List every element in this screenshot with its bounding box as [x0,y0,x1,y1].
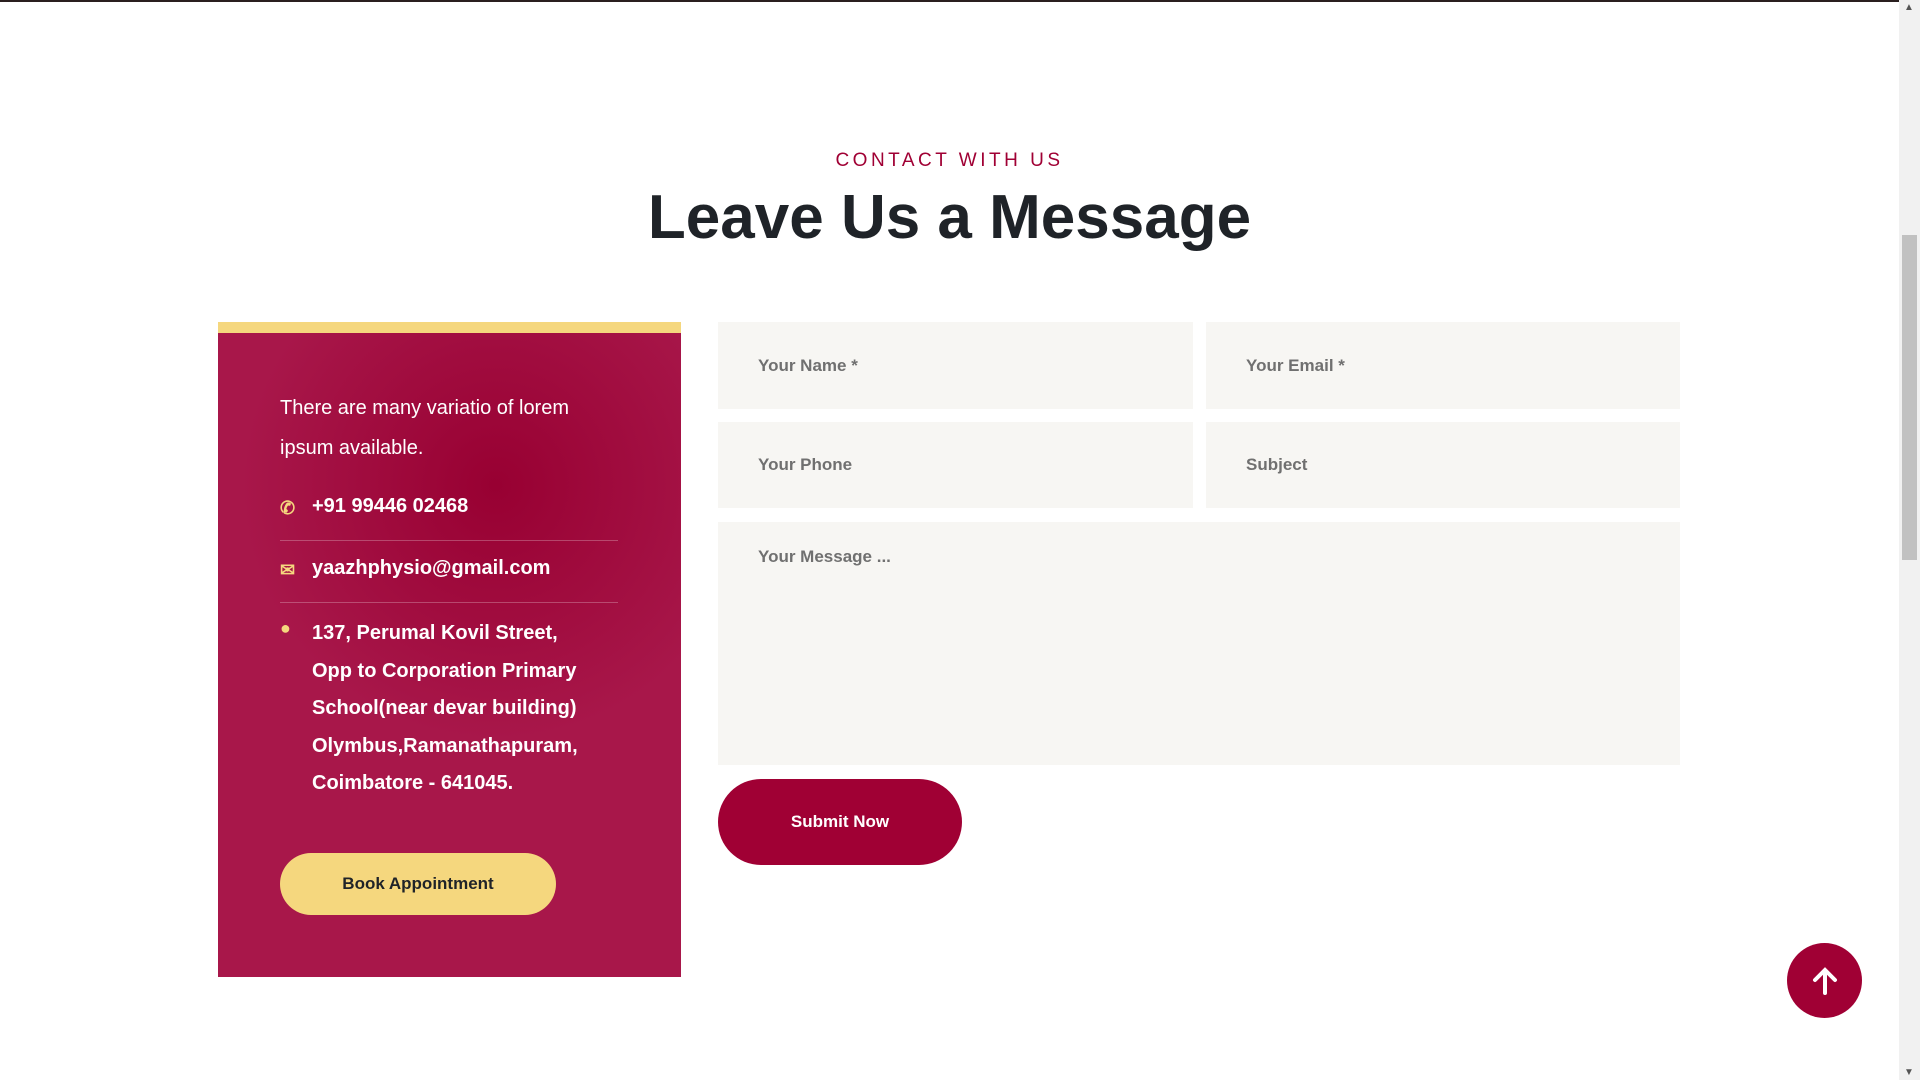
email-address[interactable]: yaazhphysio@gmail.com [312,557,550,580]
top-border [0,0,1899,2]
scrollbar-thumb[interactable] [1902,235,1917,560]
address-line: 137, Perumal Kovil Street, [312,622,558,644]
panel-accent-bar [218,322,681,333]
page-title: Leave Us a Message [647,183,1252,252]
email-row: ✉ yaazhphysio@gmail.com [280,557,550,583]
subject-input[interactable]: Subject [1206,422,1680,508]
phone-input[interactable]: Your Phone [718,422,1193,508]
section-eyebrow: CONTACT WITH US [835,150,1064,171]
divider [280,540,618,541]
address-line: Olymbus,Ramanathapuram, [312,734,578,757]
submit-button[interactable]: Submit Now [718,779,962,865]
envelope-icon: ✉ [280,560,296,580]
address-row: ● 137, Perumal Kovil Street, Opp to Corp… [280,615,578,803]
scroll-up-arrow-icon[interactable]: ▲ [1904,2,1914,13]
address: 137, Perumal Kovil Street, Opp to Corpor… [312,615,578,803]
intro-text: There are many variatio of lorem ipsum a… [280,397,570,459]
scroll-to-top-button[interactable] [1787,943,1862,1018]
contact-info-panel: There are many variatio of lorem ipsum a… [218,322,681,977]
scroll-down-arrow-icon[interactable]: ▼ [1904,1067,1914,1078]
location-pin-icon: ● [280,618,291,638]
scrollbar[interactable]: ▲ ▼ [1899,0,1920,1080]
address-line: Opp to Corporation Primary [312,659,577,682]
address-line: Coimbatore - 641045. [312,772,514,794]
phone-icon: ✆ [280,498,296,518]
message-textarea[interactable]: Your Message ... [718,522,1680,765]
arrow-up-icon [1812,966,1837,995]
phone-row: ✆ +91 99446 02468 [280,495,468,521]
name-input[interactable]: Your Name * [718,322,1193,409]
address-line: School(near devar building) [312,697,577,719]
email-input[interactable]: Your Email * [1206,322,1680,409]
divider [280,602,618,603]
phone-number[interactable]: +91 99446 02468 [312,495,468,518]
book-appointment-button[interactable]: Book Appointment [280,853,556,915]
